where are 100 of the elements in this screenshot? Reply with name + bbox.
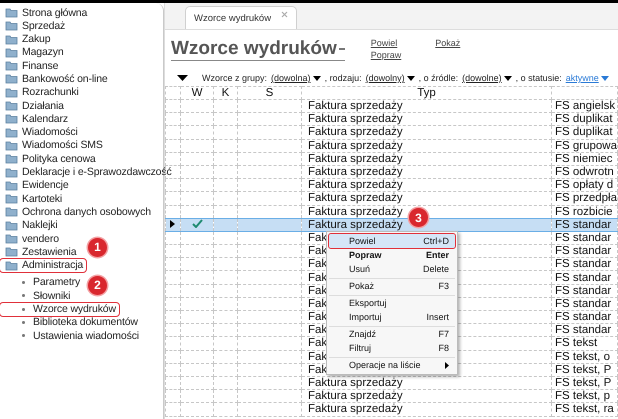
table-cell: Fak xyxy=(308,351,328,362)
folder-icon xyxy=(5,113,18,124)
menu-item[interactable]: Znajdź F7 xyxy=(329,326,455,341)
action-link[interactable]: Powiel xyxy=(370,38,402,48)
collapse-icon[interactable] xyxy=(177,75,188,81)
table-cell: FS rozbicie xyxy=(555,206,613,218)
folder-icon xyxy=(5,34,18,45)
table-cell: Faktura sprzedaży xyxy=(308,404,403,415)
table-cell: FS tekst, ra xyxy=(555,404,614,415)
table-cell: Fak xyxy=(308,298,328,310)
nav-item[interactable]: Administracja xyxy=(0,258,86,272)
table-cell: FS odwrotn xyxy=(555,166,614,178)
nav-item[interactable]: Zestawienia xyxy=(0,245,80,258)
nav-item[interactable]: Wiadomości xyxy=(0,126,81,139)
column-header[interactable]: W xyxy=(180,86,214,100)
page-title[interactable]: Wzorce wydruków xyxy=(171,38,345,61)
folder-icon xyxy=(5,20,18,32)
folder-icon xyxy=(5,246,18,258)
folder-icon xyxy=(5,126,18,138)
nav-item[interactable]: vendero xyxy=(0,232,62,246)
dropdown-arrow-icon xyxy=(504,76,512,80)
filter-dropdown[interactable]: aktywne xyxy=(566,73,609,83)
folder-icon xyxy=(5,86,18,98)
step-marker: 3 xyxy=(409,208,428,227)
menu-item[interactable]: Filtruj F8 xyxy=(329,341,455,355)
column-header[interactable]: Typ xyxy=(302,86,552,100)
nav-item[interactable]: Zakup xyxy=(0,32,54,46)
nav-subitem[interactable]: Biblioteka dokumentów xyxy=(0,316,141,329)
nav-item[interactable]: Sprzedaż xyxy=(0,19,68,32)
nav-subitem[interactable]: Wzorce wydruków xyxy=(0,302,119,316)
folder-icon xyxy=(5,60,18,72)
table-cell: Faktura sprzedaży xyxy=(308,166,403,178)
menu-item[interactable]: Importuj Insert xyxy=(329,310,455,324)
menu-item[interactable]: Popraw Enter xyxy=(329,248,455,262)
action-link[interactable]: Popraw xyxy=(370,50,402,60)
nav-item[interactable]: Deklaracje i e-Sprawozdawczość xyxy=(0,166,175,179)
table-cell: Faktura sprzedaży xyxy=(308,153,403,164)
filter-dropdown[interactable]: (dowolna) xyxy=(271,73,321,83)
bullet-icon xyxy=(22,334,25,338)
table-cell: FS standar xyxy=(555,272,612,284)
table-cell: FS tekst, o xyxy=(555,351,610,362)
table-cell: FS standar xyxy=(555,219,612,230)
filter-label: , o statusie: xyxy=(516,73,562,83)
nav-subitem[interactable]: Słowniki xyxy=(0,289,74,302)
folder-icon xyxy=(5,46,18,58)
nav-item[interactable]: Magazyn xyxy=(0,46,67,59)
filter-label: , o źródle: xyxy=(418,73,458,83)
nav-item[interactable]: Ewidencje xyxy=(0,178,72,192)
table-cell: FS standar xyxy=(555,324,612,336)
nav-item[interactable]: Strona główna xyxy=(0,6,90,19)
table-cell: Faktura sprzedaży xyxy=(308,192,403,204)
nav-item[interactable]: Bankowość on-line xyxy=(0,72,111,86)
table-cell: Fak xyxy=(308,338,328,350)
table-cell: FS duplikat xyxy=(555,126,613,138)
bullet-icon xyxy=(22,308,25,311)
menu-item[interactable]: Usuń Delete xyxy=(329,262,455,276)
nav-item[interactable]: Działania xyxy=(0,99,67,112)
row-pointer-icon xyxy=(170,220,175,228)
folder-icon xyxy=(5,220,18,231)
dropdown-arrow-icon xyxy=(600,76,609,80)
bullet-icon xyxy=(22,320,25,324)
menu-item[interactable]: Powiel Ctrl+D xyxy=(329,234,455,248)
column-header[interactable]: S xyxy=(238,86,302,100)
nav-item[interactable]: Rozrachunki xyxy=(0,86,82,99)
column-header[interactable]: K xyxy=(214,86,238,100)
nav-item[interactable]: Naklejki xyxy=(0,218,61,232)
table-cell: FS tekst, P xyxy=(555,377,612,389)
table-cell: FS duplikat xyxy=(555,114,613,125)
folder-icon xyxy=(5,233,18,244)
filter-dropdown[interactable]: (dowolny) xyxy=(366,73,415,83)
nav-item[interactable]: Wiadomości SMS xyxy=(0,138,106,152)
nav-item[interactable]: Ochrona danych osobowych xyxy=(0,205,154,218)
table-cell: FS standar xyxy=(555,312,612,323)
folder-icon xyxy=(5,206,18,218)
table-cell: Fak xyxy=(308,272,328,284)
nav-item[interactable]: Polityka cenowa xyxy=(0,152,99,166)
menu-item[interactable]: Pokaż F3 xyxy=(329,278,455,293)
folder-icon xyxy=(5,180,18,191)
table-cell: Faktura sprzedaży xyxy=(308,377,403,389)
table-cell: Faktura sprzedaży xyxy=(308,206,403,218)
menu-item[interactable]: Operacje na liście xyxy=(329,357,455,372)
table-cell: FS tekst, p xyxy=(555,390,610,402)
menu-item[interactable]: Eksportuj xyxy=(329,295,455,310)
folder-icon xyxy=(5,73,18,84)
table-cell: Fak xyxy=(308,246,328,257)
nav-subitem[interactable]: Ustawienia wiadomości xyxy=(0,329,142,342)
nav-item[interactable]: Finanse xyxy=(0,59,62,72)
action-link[interactable]: Pokaż xyxy=(435,38,460,48)
folder-icon xyxy=(5,193,18,204)
nav-subitem[interactable]: Parametry xyxy=(0,276,84,289)
table-cell: Faktura sprzedaży xyxy=(308,100,403,112)
table-cell: Faktura sprzedaży xyxy=(308,390,403,402)
nav-item[interactable]: Kartoteki xyxy=(0,192,66,206)
step-marker: 2 xyxy=(88,276,107,295)
filter-dropdown[interactable]: (dowolne) xyxy=(462,73,512,83)
table-cell: Fak xyxy=(308,232,328,244)
table-cell: Faktura sprzedaży xyxy=(308,114,403,125)
tab[interactable]: Wzorce wydruków xyxy=(185,6,298,29)
nav-item[interactable]: Kalendarz xyxy=(0,112,71,126)
dropdown-arrow-icon xyxy=(312,76,321,80)
